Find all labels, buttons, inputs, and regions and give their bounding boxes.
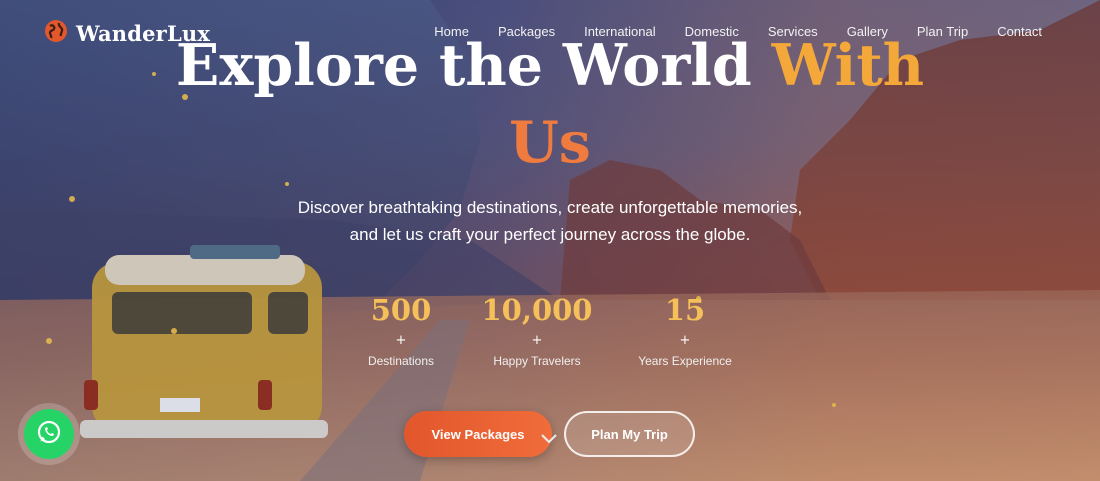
hero-section: WanderLux Home Packages International Do… [0, 0, 1100, 481]
sparkle-dot [832, 403, 836, 407]
hero-headline: Explore the World With [0, 34, 1100, 98]
headline-accent: With [771, 32, 925, 99]
sparkle-dot [46, 338, 52, 344]
stat-label: Years Experience [638, 354, 732, 368]
stat-plus: + [679, 333, 691, 348]
whatsapp-chat-button[interactable] [24, 409, 74, 459]
stat-years-experience: 15 + Years Experience [595, 290, 775, 370]
sparkle-dot [285, 182, 289, 186]
chevron-down-icon[interactable] [540, 431, 558, 450]
plan-my-trip-button[interactable]: Plan My Trip [564, 411, 695, 457]
hero-headline-line2: Us [509, 109, 591, 176]
hero-subtitle-line2: and let us craft your perfect journey ac… [349, 225, 751, 244]
view-packages-button[interactable]: View Packages [404, 411, 552, 457]
sparkle-dot [171, 328, 177, 334]
whatsapp-icon [36, 419, 62, 449]
hero-subtitle-line1: Discover breathtaking destinations, crea… [297, 198, 803, 217]
stat-value: 15 [664, 293, 706, 327]
headline-main: Explore the World [175, 32, 752, 99]
